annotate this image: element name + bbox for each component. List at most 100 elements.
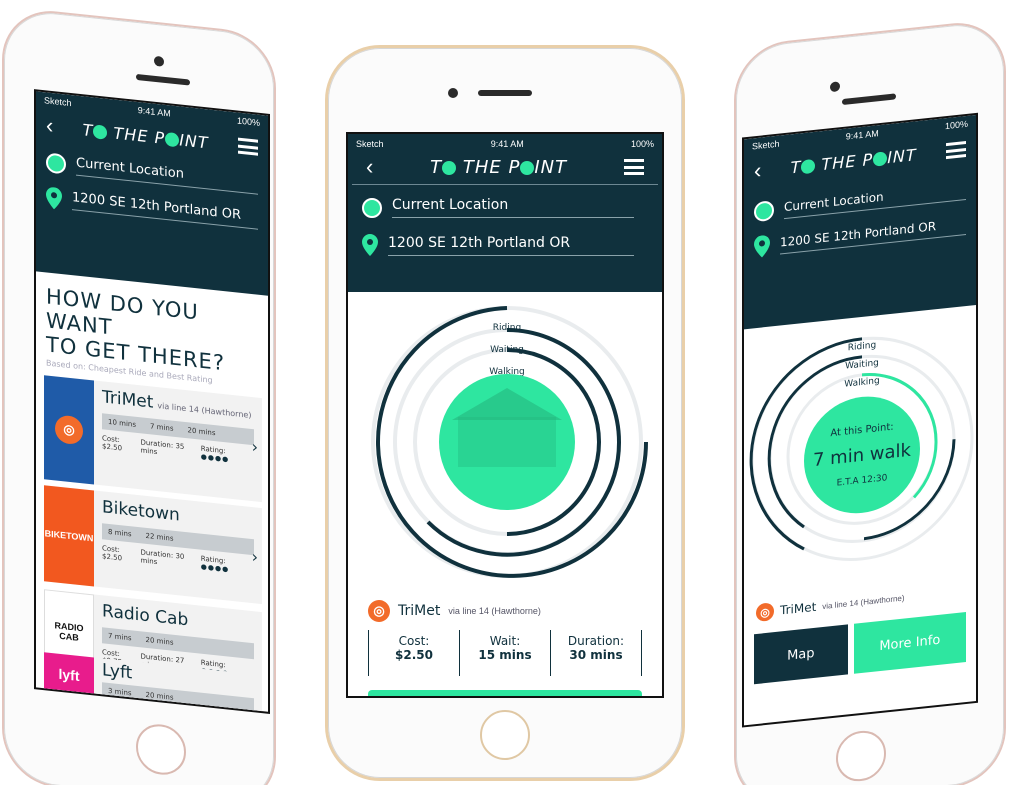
- back-icon[interactable]: ‹: [46, 112, 53, 138]
- walk-time: 8 mins: [108, 527, 132, 539]
- option-card-trimet[interactable]: ◎ TriMet via line 14 (Hawthorne) 10 mins …: [44, 375, 262, 503]
- ring-label-riding: Riding: [493, 323, 521, 333]
- trip-progress-rings: Riding Waiting Walking: [371, 306, 648, 578]
- back-icon[interactable]: ‹: [366, 156, 373, 178]
- trip-stats: Cost: $2.50 Wait: 15 mins Duration: 30 m…: [368, 630, 642, 676]
- screen-choose: Sketch 9:41 AM 100% ‹ T THE P INT Current…: [34, 89, 270, 714]
- speaker: [842, 93, 896, 106]
- more-info-button[interactable]: More Info: [853, 611, 966, 674]
- rating-dots: ●●●●: [200, 562, 230, 574]
- battery: 100%: [944, 118, 968, 132]
- option-name: Radio Cab: [102, 601, 189, 631]
- option-name: Lyft: [102, 660, 133, 684]
- stat-duration: Duration: 30 mins: [550, 630, 641, 676]
- home-button[interactable]: [136, 721, 186, 778]
- operator-name: TriMet: [398, 603, 441, 619]
- operator-name: TriMet: [780, 599, 817, 618]
- clock: 9:41 AM: [490, 139, 524, 149]
- origin-dot-icon: [362, 197, 382, 218]
- status-bar: Sketch 9:41 AM 100%: [348, 134, 662, 150]
- menu-icon[interactable]: [237, 137, 258, 156]
- map-button[interactable]: Map: [754, 624, 848, 685]
- option-duration: Duration: 30 mins: [140, 548, 185, 567]
- to-text: 1200 SE 12th Portland OR: [72, 190, 258, 230]
- speaker: [136, 73, 190, 86]
- from-text: Current Location: [76, 155, 258, 195]
- chevron-right-icon: ›: [251, 547, 258, 567]
- to-row[interactable]: 1200 SE 12th Portland OR: [46, 186, 258, 230]
- ride-time: 20 mins: [187, 426, 216, 438]
- pin-icon: [46, 187, 62, 210]
- camera: [154, 55, 164, 67]
- header: Sketch 9:41 AM 100% ‹ T THE P INT Current…: [36, 91, 268, 296]
- home-button[interactable]: [836, 728, 886, 784]
- to-row[interactable]: 1200 SE 12th Portland OR: [362, 234, 634, 256]
- wait-time: 7 mins: [149, 422, 174, 433]
- stat-cost: Cost: $2.50: [368, 630, 459, 676]
- carrier: Sketch: [356, 139, 384, 149]
- time-breakdown: 3 mins 20 mins: [102, 682, 254, 714]
- option-duration: Duration: 35 mins: [140, 438, 185, 457]
- option-name: TriMet: [102, 387, 154, 413]
- option-card-biketown[interactable]: BIKETOWN Biketown 8 mins 22 mins Cost: $…: [44, 485, 262, 605]
- app-logo: T THE P INT: [430, 156, 568, 178]
- from-text: Current Location: [392, 197, 634, 218]
- pin-icon: [754, 235, 770, 258]
- operator-via: via line 14 (Hawthorne): [448, 606, 541, 616]
- biketown-logo: BIKETOWN: [44, 485, 94, 587]
- screen-trip: Sketch 9:41 AM 100% ‹ T THE P INT Current…: [346, 132, 664, 698]
- ride-time: 22 mins: [145, 531, 174, 543]
- header: Sketch 9:41 AM 100% ‹ T THE P INT Current…: [744, 114, 976, 330]
- lyft-logo: lyft: [44, 652, 94, 698]
- phone-left: Sketch 9:41 AM 100% ‹ T THE P INT Current…: [4, 8, 274, 785]
- clock: 9:41 AM: [137, 105, 171, 119]
- ring-label-riding: Riding: [848, 340, 876, 353]
- menu-icon[interactable]: [945, 140, 966, 160]
- back-icon[interactable]: ‹: [754, 158, 761, 184]
- origin-dot-icon: [754, 200, 774, 223]
- ride-time: 20 mins: [145, 690, 174, 702]
- trimet-icon: ◎: [368, 600, 390, 622]
- wait-time: 3 mins: [108, 686, 132, 698]
- option-cost: Cost: $2.50: [102, 434, 123, 453]
- trimet-logo: ◎: [44, 375, 94, 485]
- header: Sketch 9:41 AM 100% ‹ T THE P INT Current…: [348, 134, 662, 292]
- speaker: [478, 90, 532, 96]
- camera: [830, 81, 840, 93]
- carrier: Sketch: [752, 138, 780, 152]
- walk-time: 10 mins: [108, 417, 136, 429]
- option-via: via line 14 (Hawthorne): [157, 401, 252, 421]
- from-row[interactable]: Current Location: [754, 180, 966, 223]
- trimet-icon: ◎: [756, 602, 774, 623]
- app-logo: T THE P INT: [82, 119, 209, 153]
- ring-label-waiting: Waiting: [490, 345, 524, 355]
- rating-dots: ●●●●: [200, 452, 230, 464]
- to-row[interactable]: 1200 SE 12th Portland OR: [754, 214, 966, 258]
- battery: 100%: [630, 139, 654, 149]
- to-text: 1200 SE 12th Portland OR: [388, 235, 634, 256]
- wait-time: 7 mins: [108, 631, 132, 643]
- carrier: Sketch: [44, 95, 72, 109]
- battery: 100%: [236, 115, 260, 128]
- home-button[interactable]: [480, 710, 530, 760]
- option-name: Biketown: [102, 497, 180, 526]
- bottom-action-bar[interactable]: [368, 690, 642, 696]
- chevron-right-icon: ›: [251, 437, 258, 457]
- phone-center: Sketch 9:41 AM 100% ‹ T THE P INT Current…: [328, 48, 682, 778]
- ring-label-waiting: Waiting: [845, 358, 879, 372]
- stat-wait: Wait: 15 mins: [459, 630, 550, 676]
- pin-icon: [362, 234, 378, 256]
- ride-time: 20 mins: [145, 635, 174, 647]
- phone-right: Sketch 9:41 AM 100% ‹ T THE P INT Current…: [736, 20, 1004, 785]
- point-progress-rings: Riding Waiting Walking At this Point: 7 …: [749, 336, 974, 562]
- camera: [448, 88, 458, 98]
- from-text: Current Location: [784, 180, 966, 219]
- to-text: 1200 SE 12th Portland OR: [780, 215, 966, 255]
- from-row[interactable]: Current Location: [362, 197, 634, 218]
- screen-point: Sketch 9:41 AM 100% ‹ T THE P INT Current…: [742, 112, 978, 728]
- origin-dot-icon: [46, 152, 66, 175]
- operator-row: ◎ TriMet via line 14 (Hawthorne): [348, 592, 662, 622]
- option-cost: Cost: $2.50: [102, 544, 123, 563]
- menu-icon[interactable]: [623, 159, 644, 175]
- clock: 9:41 AM: [845, 128, 879, 142]
